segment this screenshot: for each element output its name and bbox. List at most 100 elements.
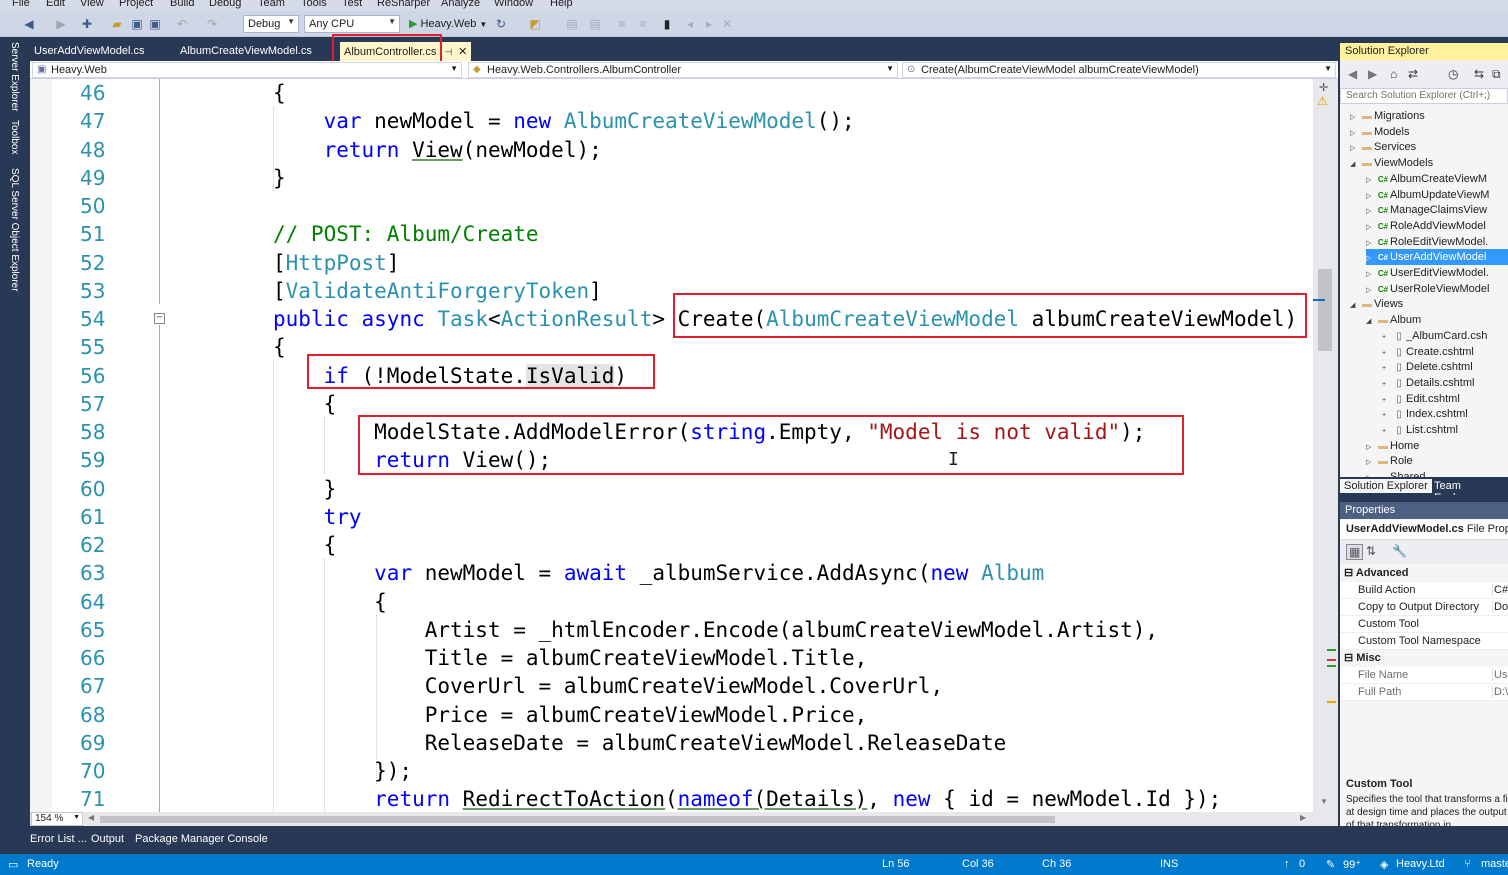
step-over-icon[interactable]: ▤ bbox=[588, 17, 602, 31]
bookmark-icon[interactable]: ▮ bbox=[660, 17, 674, 31]
code-line[interactable]: 65 Artist = _htmlEncoder.Encode(albumCre… bbox=[30, 616, 1313, 644]
tree-item-role[interactable]: ▷ ▬ Role bbox=[1366, 453, 1508, 469]
property-value[interactable]: C# bbox=[1492, 584, 1508, 596]
alphabetical-icon[interactable]: ⇅ bbox=[1366, 544, 1376, 558]
menu-team[interactable]: Team bbox=[258, 0, 285, 9]
property-row[interactable]: Copy to Output Directory Do bbox=[1340, 599, 1508, 616]
open-folder-icon[interactable]: ▰ bbox=[110, 17, 124, 31]
status-repository[interactable]: Heavy.Ltd bbox=[1396, 858, 1445, 870]
menu-resharper[interactable]: ReSharper bbox=[377, 0, 430, 9]
sql-server-object-explorer-tab[interactable]: SQL Server Object Explorer bbox=[9, 168, 20, 292]
tree-item-roleeditviewmodel[interactable]: ▷ C# RoleEditViewModel. bbox=[1366, 234, 1508, 250]
tree-item-albumupdateviewm[interactable]: ▷ C# AlbumUpdateViewM bbox=[1366, 187, 1508, 203]
tab-useraddviewmodel[interactable]: UserAddViewModel.cs bbox=[30, 42, 148, 61]
status-unpublished-commits[interactable]: 0 bbox=[1299, 858, 1305, 870]
tab-error-list[interactable]: Error List ... bbox=[30, 833, 87, 845]
tree-item-home[interactable]: ▷ ▬ Home bbox=[1366, 438, 1508, 454]
properties-object[interactable]: UserAddViewModel.cs File Prope bbox=[1340, 520, 1508, 540]
tree-item-usereditviewmodel[interactable]: ▷ C# UserEditViewModel. bbox=[1366, 265, 1508, 281]
tree-item-manageclaimsview[interactable]: ▷ C# ManageClaimsView bbox=[1366, 202, 1508, 218]
property-pages-icon[interactable]: 🔧 bbox=[1392, 544, 1407, 558]
toolbox-tab[interactable]: Toolbox bbox=[9, 120, 20, 154]
property-row[interactable]: Custom Tool bbox=[1340, 616, 1508, 633]
pin-icon[interactable]: ⊣ bbox=[444, 47, 452, 57]
code-line[interactable]: 64 { bbox=[30, 588, 1313, 616]
tree-item-details-cshtml[interactable]: + ▯ Details.cshtml bbox=[1382, 375, 1508, 391]
server-explorer-tab[interactable]: Server Explorer bbox=[9, 42, 20, 111]
menu-build[interactable]: Build bbox=[170, 0, 194, 9]
solution-explorer-title[interactable]: Solution Explorer bbox=[1340, 43, 1508, 60]
code-line[interactable]: 48 return View(newModel); bbox=[30, 136, 1313, 164]
step-icon[interactable]: ▤ bbox=[565, 17, 579, 31]
expanded-icon[interactable]: ◢ bbox=[1350, 298, 1360, 314]
forward-icon[interactable]: ▶ bbox=[54, 17, 68, 31]
code-line[interactable]: 68 Price = albumCreateViewModel.Price, bbox=[30, 701, 1313, 729]
undo-icon[interactable]: ↶ bbox=[175, 17, 189, 31]
tab-albumcreateviewmodel[interactable]: AlbumCreateViewModel.cs bbox=[176, 42, 316, 61]
code-line[interactable]: 67 CoverUrl = albumCreateViewModel.Cover… bbox=[30, 672, 1313, 700]
solution-configuration-select[interactable]: Debug ▼ bbox=[243, 15, 299, 33]
start-debugging-button[interactable]: ▶ Heavy.Web ▼ bbox=[407, 15, 489, 33]
code-line[interactable]: 49} bbox=[30, 164, 1313, 192]
scroll-right-icon[interactable]: ▶ bbox=[1300, 813, 1306, 822]
tab-team-explorer[interactable]: Team Explorer bbox=[1430, 479, 1508, 495]
code-line[interactable]: 46 { bbox=[30, 79, 1313, 107]
categorized-icon[interactable]: ▦ bbox=[1346, 544, 1364, 560]
property-value[interactable]: D:\ bbox=[1492, 686, 1508, 698]
code-line[interactable]: 47 var newModel = new AlbumCreateViewMod… bbox=[30, 107, 1313, 135]
back-icon[interactable]: ◀ bbox=[22, 17, 36, 31]
scrollbar-thumb[interactable] bbox=[1318, 269, 1332, 351]
code-line[interactable]: 57 { bbox=[30, 390, 1313, 418]
code-line[interactable]: 63 var newModel = await _albumService.Ad… bbox=[30, 559, 1313, 587]
menu-window[interactable]: Window bbox=[494, 0, 533, 9]
expanded-icon[interactable]: ◢ bbox=[1366, 314, 1376, 330]
find-icon[interactable]: ◩ bbox=[528, 17, 542, 31]
close-icon[interactable]: ✕ bbox=[458, 46, 467, 58]
menu-tools[interactable]: Tools bbox=[301, 0, 327, 9]
split-icon[interactable]: ✛ bbox=[1319, 81, 1328, 94]
back-icon[interactable]: ◀ bbox=[1348, 67, 1357, 81]
tab-output[interactable]: Output bbox=[91, 833, 124, 845]
menu-file[interactable]: File bbox=[12, 0, 30, 9]
properties-title[interactable]: Properties bbox=[1340, 502, 1508, 519]
comment-icon[interactable]: ≡ bbox=[615, 17, 629, 31]
clear-bookmarks-icon[interactable]: ✕ bbox=[720, 17, 734, 31]
menu-edit[interactable]: Edit bbox=[46, 0, 65, 9]
forward-icon[interactable]: ▶ bbox=[1368, 67, 1377, 81]
tree-item-migrations[interactable]: ▷ ▬ Migrations bbox=[1350, 108, 1508, 124]
scroll-left-icon[interactable]: ◀ bbox=[88, 813, 94, 822]
member-dropdown[interactable]: ⊙ Create(AlbumCreateViewModel albumCreat… bbox=[902, 62, 1336, 78]
tab-solution-explorer[interactable]: Solution Explorer bbox=[1340, 479, 1432, 493]
prev-bookmark-icon[interactable]: ◂ bbox=[683, 17, 697, 31]
save-all-icon[interactable]: ▣ bbox=[148, 17, 162, 31]
solution-platform-select[interactable]: Any CPU ▼ bbox=[304, 15, 400, 33]
tree-item-useraddviewmodel[interactable]: ▷ C# UserAddViewModel bbox=[1366, 249, 1508, 266]
menu-view[interactable]: View bbox=[80, 0, 104, 9]
tree-item-album[interactable]: ◢ ▬ Album bbox=[1366, 312, 1508, 328]
vertical-scrollbar[interactable]: ✛ ⚠ ▼ bbox=[1313, 79, 1338, 812]
sync-icon[interactable]: ⇄ bbox=[1408, 67, 1418, 81]
status-branch[interactable]: maste bbox=[1481, 858, 1508, 870]
project-dropdown[interactable]: ▣ Heavy.Web ▼ bbox=[32, 62, 462, 78]
code-line[interactable]: 69 ReleaseDate = albumCreateViewModel.Re… bbox=[30, 729, 1313, 757]
collapse-icon[interactable]: ⊟ bbox=[1344, 567, 1356, 579]
redo-icon[interactable]: ↷ bbox=[205, 17, 219, 31]
tree-item-albumcreateviewm[interactable]: ▷ C# AlbumCreateViewM bbox=[1366, 171, 1508, 187]
collapse-icon[interactable]: ⊟ bbox=[1344, 652, 1356, 664]
collapse-all-icon[interactable]: ⧉ bbox=[1492, 67, 1501, 82]
property-value[interactable]: Do bbox=[1492, 601, 1508, 613]
save-icon[interactable]: ▣ bbox=[130, 17, 144, 31]
tree-item-index-cshtml[interactable]: + ▯ Index.cshtml bbox=[1382, 406, 1508, 422]
scroll-down-icon[interactable]: ▼ bbox=[1320, 797, 1328, 806]
code-line[interactable]: 60 } bbox=[30, 475, 1313, 503]
uncomment-icon[interactable]: ≡ bbox=[636, 17, 650, 31]
status-pending-changes[interactable]: 99⁺ bbox=[1343, 858, 1361, 871]
property-row[interactable]: Full Path D:\ bbox=[1340, 684, 1508, 701]
menu-test[interactable]: Test bbox=[342, 0, 362, 9]
menu-project[interactable]: Project bbox=[119, 0, 153, 9]
tree-item-models[interactable]: ▷ ▬ Models bbox=[1350, 124, 1508, 140]
property-value[interactable]: Use bbox=[1492, 669, 1508, 681]
code-line[interactable]: 61 try bbox=[30, 503, 1313, 531]
tree-item-userroleviewmodel[interactable]: ▷ C# UserRoleViewModel bbox=[1366, 281, 1508, 297]
property-row[interactable]: Custom Tool Namespace bbox=[1340, 633, 1508, 650]
